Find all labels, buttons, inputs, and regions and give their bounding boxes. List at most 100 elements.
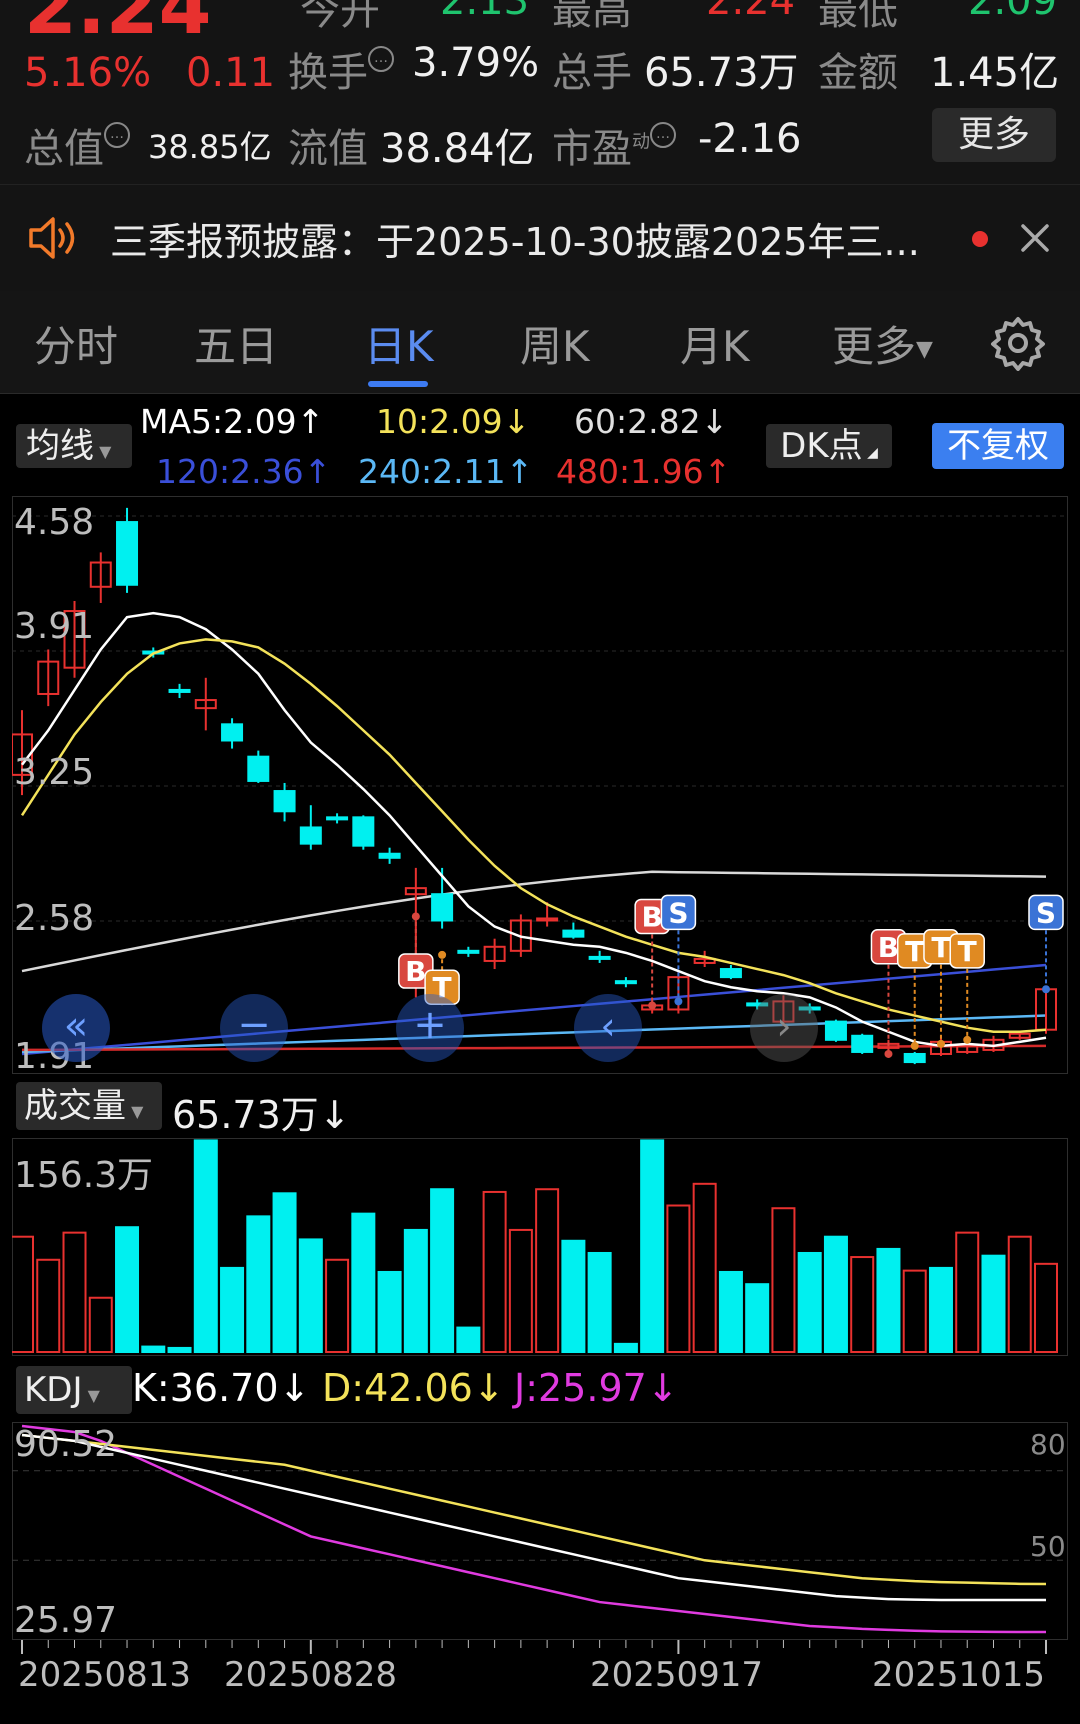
candle-body [299,826,322,845]
tab-more[interactable]: 更多▼ [832,313,933,374]
ma5-value: MA5:2.09↑ [140,402,325,441]
volume-bar [902,1269,927,1353]
info-icon[interactable]: … [104,122,130,148]
tab-monthly-k[interactable]: 月K [680,313,750,374]
tab-daily-k[interactable]: 日K [364,313,434,374]
change-amt: 0.11 [186,50,276,96]
signal-dot [438,950,447,959]
tab-weekly-k[interactable]: 周K [520,313,590,374]
volume-bar [640,1139,665,1354]
candle-body [719,968,742,979]
notice-text: 三季报预披露：于2025-10-30披露2025年三... [110,220,920,264]
kdj-j-line [21,1424,1047,1634]
volume-chart[interactable] [12,1138,1066,1354]
volume-label: 总手 [552,50,632,96]
speaker-icon [29,217,75,259]
kdj-top-label: 90.52 [14,1424,118,1465]
ma240-value: 240:2.11↑ [358,452,534,491]
kdj-d-value: D:42.06↓ [322,1366,505,1410]
dk-point-button[interactable]: DK点 ◢ [766,424,892,468]
ma120-value: 120:2.36↑ [156,452,332,491]
kdj-chart[interactable] [12,1422,1066,1638]
signal-label: B [878,931,899,964]
open-label: 今开 [300,0,380,34]
volume-bar [430,1188,455,1353]
zoom-in-button[interactable]: + [396,994,464,1062]
candle-body [378,852,401,859]
float-value: 38.84亿 [380,126,535,172]
candle-body [457,949,480,954]
close-icon[interactable] [1020,223,1050,253]
more-button[interactable]: 更多 [932,108,1056,162]
period-tabs: 分时 五日 日K 周K 月K 更多▼ [0,291,1080,394]
volume-bar [613,1342,638,1353]
mktcap-label: 总值… [24,116,130,174]
price-axis-label: 4.58 [14,502,95,543]
signal-dot [1042,985,1050,994]
price-axis-label: 3.91 [14,606,95,647]
kdj-k-value: K:36.70↓ [132,1366,311,1410]
caret-down-icon: ▼ [126,1102,144,1121]
info-icon[interactable]: … [368,46,394,72]
info-icon[interactable]: … [650,122,676,148]
candle-body [614,980,637,985]
tab-intraday[interactable]: 分时 [34,313,118,374]
candle-body [326,816,349,821]
kdj-selector[interactable]: KDJ ▼ [16,1366,132,1414]
date-label: 20250917 [590,1655,764,1695]
volume-bar [36,1258,61,1353]
candle-body [168,688,191,693]
low-label: 最低 [818,0,898,34]
change-pct: 5.16% [24,50,152,96]
high-value: 2.24 [706,0,796,24]
amount-value: 1.45亿 [930,50,1060,96]
scroll-left-button[interactable]: ‹ [574,994,642,1062]
signal-label: S [1036,896,1056,929]
gear-icon[interactable] [990,315,1046,371]
volume-bar [167,1346,192,1354]
signal-label: S [668,896,688,929]
notice-bar[interactable]: 三季报预披露：于2025-10-30披露2025年三... [0,184,1080,291]
kline-chart[interactable]: B TB SB T T TS [12,496,1066,1072]
volume-bar [62,1231,87,1353]
volume-bar [1034,1262,1058,1353]
candle-body [562,929,585,938]
pe-label: 市盈动… [552,116,676,174]
volume-value: 65.73万 [644,50,799,96]
candle-body [221,723,244,742]
volume-bar [955,1231,980,1353]
candle-body [903,1052,926,1064]
candle-body [588,955,611,960]
indicator-selector[interactable]: 均线 ▼ [16,424,132,468]
zoom-out-button[interactable]: − [220,994,288,1062]
volume-bar [482,1190,507,1353]
volume-bar [272,1192,297,1354]
float-label: 流值 [288,126,368,172]
date-label: 20250813 [18,1655,192,1695]
volume-bar [115,1226,140,1353]
pe-value: -2.16 [698,116,802,162]
date-label: 20250828 [224,1655,398,1695]
volume-bar [876,1247,901,1353]
scroll-right-button[interactable]: › [750,994,818,1062]
volume-selector[interactable]: 成交量 ▼ [16,1082,162,1130]
volume-readout: 65.73万↓ [172,1093,351,1137]
volume-bar [692,1182,717,1353]
no-adjust-button[interactable]: 不复权 [932,423,1064,469]
kdj-d-line [21,1433,1047,1586]
candle-body [247,755,270,782]
ma60-value: 60:2.82↓ [574,402,729,441]
pe-sup: 动 [632,131,650,153]
jump-start-button[interactable]: « [42,994,110,1062]
signal-label: T [931,931,950,964]
volume-bar [508,1228,533,1353]
candle-body [431,893,454,922]
kdj-k-line [21,1433,1046,1602]
tab-five-day[interactable]: 五日 [194,313,278,374]
signal-dot [411,912,420,921]
turnover-label: 换手… [288,40,394,98]
volume-bar [587,1251,612,1353]
volume-bar [141,1345,166,1354]
volume-bar [718,1270,743,1353]
volume-bar [666,1204,691,1353]
